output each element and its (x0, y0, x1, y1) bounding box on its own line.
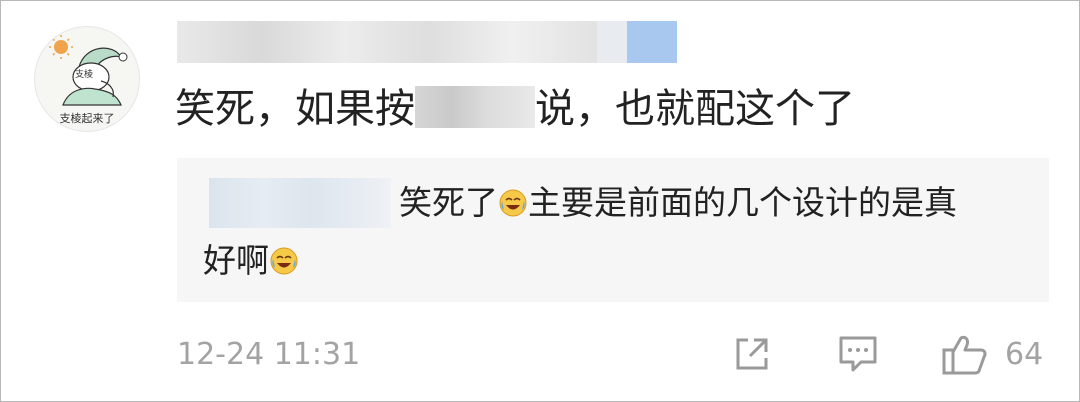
avatar-badge: 支棱 (75, 70, 94, 80)
like-icon[interactable] (941, 334, 989, 376)
laugh-cry-emoji-icon (499, 189, 527, 217)
timestamp: 12-24 11:31 (177, 337, 361, 372)
reply-text-end: 好啊 (203, 241, 269, 280)
avatar[interactable]: 支棱起来了 支棱 (34, 26, 140, 132)
comment-text: 笑死，如果按 说，也就配这个了 (175, 81, 855, 137)
reply-username-redacted[interactable] (209, 178, 391, 228)
username-redacted[interactable] (177, 21, 677, 63)
comment-icon[interactable] (837, 334, 879, 374)
reply-text-start: 笑死了 (399, 183, 498, 222)
avatar-caption: 支棱起来了 (59, 112, 115, 125)
comment-text-before: 笑死，如果按 (175, 86, 415, 132)
reply-line-1: 笑死了 主要是前面的几个设计的是真 (399, 180, 957, 226)
reply-box[interactable]: 笑死了 主要是前面的几个设计的是真 好啊 (177, 158, 1049, 302)
laugh-cry-emoji-icon (270, 247, 298, 275)
like-count: 64 (1005, 337, 1044, 372)
comment-text-after: 说，也就配这个了 (535, 86, 855, 132)
reply-line-2: 好啊 (203, 238, 299, 284)
reply-text-rest: 主要是前面的几个设计的是真 (528, 183, 957, 222)
share-icon[interactable] (732, 334, 772, 374)
redacted-text (415, 86, 535, 128)
comment-card: 支棱起来了 支棱 笑死，如果按 说，也就配这个了 笑死了 主要是前面的几个设计的是… (0, 0, 1080, 402)
